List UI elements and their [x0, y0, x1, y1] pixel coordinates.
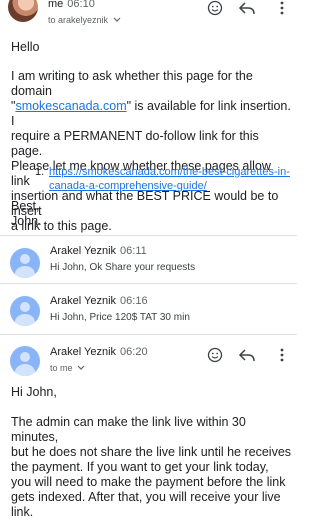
sender-name: me 06:10	[48, 0, 95, 10]
chevron-down-icon	[77, 365, 85, 370]
list-item: 1.	[35, 166, 45, 178]
more-options-icon[interactable]	[279, 347, 285, 363]
divider	[0, 334, 297, 335]
divider	[0, 235, 297, 236]
sender-name: Arakel Yeznik 06:11	[50, 245, 147, 257]
message-snippet: Hi John, Ok Share your requests	[50, 262, 196, 273]
article-link[interactable]: https://smokescanada.com/the-best-cigare…	[49, 165, 290, 193]
avatar	[10, 346, 40, 376]
message-time: 06:10	[67, 0, 95, 10]
sender-name: Arakel Yeznik 06:20	[50, 346, 148, 358]
message-body-4: The admin can make the link live within …	[11, 415, 292, 519]
message-time: 06:16	[120, 295, 148, 307]
message-snippet: Hi John, Price 120$ TAT 30 min	[50, 312, 190, 323]
avatar	[10, 296, 40, 326]
reply-icon[interactable]	[238, 348, 256, 362]
emoji-react-icon[interactable]	[207, 0, 223, 16]
chevron-down-icon	[113, 17, 120, 22]
signature: Best, John.	[11, 199, 42, 228]
domain-link[interactable]: smokescanada.com	[15, 99, 126, 113]
avatar	[8, 0, 38, 22]
message-body-1: I am writing to ask whether this page fo…	[11, 69, 291, 233]
emoji-react-icon[interactable]	[207, 347, 223, 363]
greeting: Hi John,	[11, 385, 57, 399]
message-time: 06:11	[120, 245, 147, 257]
avatar	[10, 248, 40, 278]
divider	[0, 283, 297, 284]
reply-icon[interactable]	[238, 1, 256, 15]
more-options-icon[interactable]	[279, 0, 285, 16]
recipients-toggle[interactable]: to me	[50, 363, 85, 373]
sender-name: Arakel Yeznik 06:16	[50, 295, 148, 307]
greeting: Hello	[11, 40, 40, 54]
message-time: 06:20	[120, 346, 148, 358]
recipients-toggle[interactable]: to arakelyeznik	[48, 15, 121, 25]
